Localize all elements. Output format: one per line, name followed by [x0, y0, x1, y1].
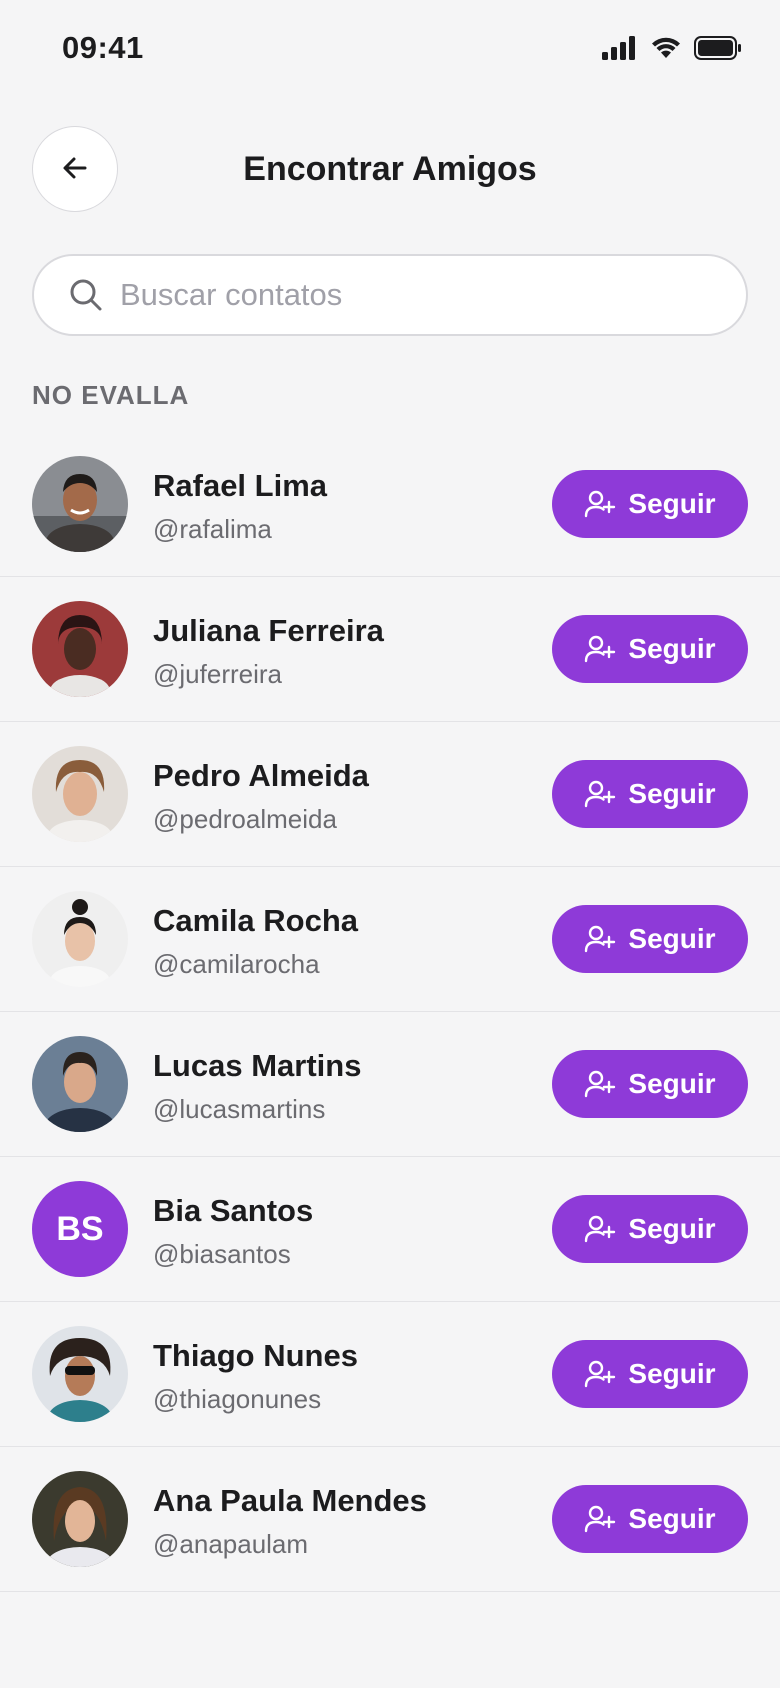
- list-item: Ana Paula Mendes @anapaulam Seguir: [0, 1447, 780, 1592]
- section-label: NO EVALLA: [32, 380, 190, 410]
- follow-button[interactable]: Seguir: [552, 1485, 748, 1553]
- follow-button-label: Seguir: [628, 488, 716, 519]
- friend-name: Camila Rocha: [153, 903, 359, 938]
- friend-handle: @biasantos: [153, 1239, 291, 1269]
- follow-button[interactable]: Seguir: [552, 615, 748, 683]
- status-bar: 09:41: [0, 0, 780, 100]
- avatar: [32, 456, 128, 552]
- friend-list: Rafael Lima @rafalima Seguir Juliana Fer…: [0, 432, 780, 1592]
- follow-button[interactable]: Seguir: [552, 470, 748, 538]
- friend-handle: @anapaulam: [153, 1529, 309, 1559]
- list-item: Camila Rocha @camilarocha Seguir: [0, 867, 780, 1012]
- follow-button-label: Seguir: [628, 1068, 716, 1099]
- friend-name: Thiago Nunes: [153, 1338, 358, 1373]
- back-button[interactable]: [32, 126, 118, 212]
- follow-button[interactable]: Seguir: [552, 905, 748, 973]
- wifi-icon: [650, 36, 682, 65]
- avatar: [32, 891, 128, 987]
- header: Encontrar Amigos: [32, 126, 748, 214]
- page-title: Encontrar Amigos: [243, 150, 537, 188]
- user-plus-icon: [584, 923, 616, 955]
- avatar: [32, 1036, 128, 1132]
- list-item: Thiago Nunes @thiagonunes Seguir: [0, 1302, 780, 1447]
- user-plus-icon: [584, 488, 616, 520]
- user-plus-icon: [584, 1213, 616, 1245]
- follow-button[interactable]: Seguir: [552, 1050, 748, 1118]
- follow-button-label: Seguir: [628, 1213, 716, 1244]
- list-item: Rafael Lima @rafalima Seguir: [0, 432, 780, 577]
- arrow-left-icon: [59, 152, 91, 187]
- status-icons: [602, 36, 742, 65]
- follow-button[interactable]: Seguir: [552, 760, 748, 828]
- follow-button-label: Seguir: [628, 1503, 716, 1534]
- user-plus-icon: [584, 1358, 616, 1390]
- user-plus-icon: [584, 1068, 616, 1100]
- cellular-signal-icon: [602, 36, 638, 65]
- follow-button-label: Seguir: [628, 923, 716, 954]
- avatar: [32, 601, 128, 697]
- user-plus-icon: [584, 633, 616, 665]
- list-item: BS Bia Santos @biasantos Seguir: [0, 1157, 780, 1302]
- search-icon: [68, 277, 104, 313]
- friend-handle: @camilarocha: [153, 949, 320, 979]
- follow-button-label: Seguir: [628, 633, 716, 664]
- follow-button[interactable]: Seguir: [552, 1195, 748, 1263]
- follow-button[interactable]: Seguir: [552, 1340, 748, 1408]
- status-time: 09:41: [62, 30, 144, 65]
- friend-name: Ana Paula Mendes: [153, 1483, 427, 1518]
- friend-name: Juliana Ferreira: [153, 613, 384, 648]
- list-item: Lucas Martins @lucasmartins Seguir: [0, 1012, 780, 1157]
- search-input[interactable]: [118, 276, 722, 314]
- avatar-initials: BS: [32, 1181, 128, 1277]
- avatar: [32, 746, 128, 842]
- follow-button-label: Seguir: [628, 1358, 716, 1389]
- battery-icon: [694, 36, 742, 65]
- avatar: [32, 1471, 128, 1567]
- friend-name: Lucas Martins: [153, 1048, 362, 1083]
- avatar: [32, 1326, 128, 1422]
- user-plus-icon: [584, 778, 616, 810]
- search-box: [32, 254, 748, 336]
- friend-handle: @juferreira: [153, 659, 282, 689]
- list-item: Juliana Ferreira @juferreira Seguir: [0, 577, 780, 722]
- friend-handle: @rafalima: [153, 514, 272, 544]
- friend-handle: @thiagonunes: [153, 1384, 322, 1414]
- friend-handle: @pedroalmeida: [153, 804, 337, 834]
- friend-name: Rafael Lima: [153, 468, 328, 503]
- user-plus-icon: [584, 1503, 616, 1535]
- follow-button-label: Seguir: [628, 778, 716, 809]
- friend-name: Bia Santos: [153, 1193, 314, 1228]
- list-item: Pedro Almeida @pedroalmeida Seguir: [0, 722, 780, 867]
- friend-name: Pedro Almeida: [153, 758, 369, 793]
- friend-handle: @lucasmartins: [153, 1094, 326, 1124]
